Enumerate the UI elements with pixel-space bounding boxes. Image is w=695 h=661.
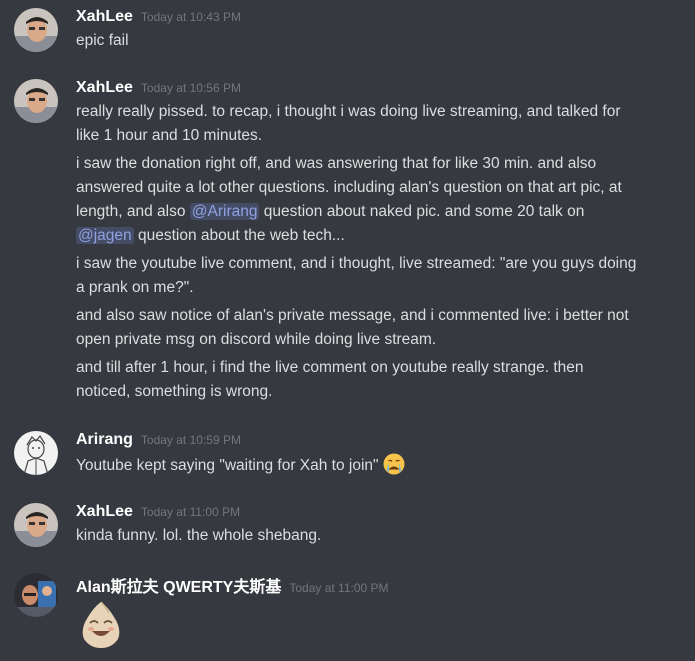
text-segment: Youtube kept saying "waiting for Xah to …	[76, 457, 379, 474]
message-text-with-mention: @jagen question about the web tech...	[76, 224, 676, 248]
message-text: noticed, something is wrong.	[76, 383, 273, 400]
avatar-xahlee[interactable]	[14, 79, 58, 123]
chat-messages: XahLee Today at 10:43 PM epic fail XahLee…	[0, 0, 695, 661]
text-segment: length, and also	[76, 203, 186, 220]
message-text: i saw the youtube live comment, and i th…	[76, 255, 637, 272]
message-text: kinda funny. lol. the whole shebang.	[76, 527, 322, 544]
message-text: answered quite a lot other questions. in…	[76, 179, 622, 196]
message-header: Alan斯拉夫 QWERTY夫斯基 Today at 11:00 PM	[76, 573, 389, 597]
message-header: Arirang Today at 10:59 PM	[76, 431, 241, 449]
author-name[interactable]: XahLee	[76, 8, 133, 25]
mention-jagen[interactable]: @jagen	[76, 227, 134, 244]
message-text-with-emoji: Youtube kept saying "waiting for Xah to …	[76, 452, 676, 478]
message-text: epic fail	[76, 32, 129, 49]
author-name[interactable]: Arirang	[76, 431, 133, 448]
laughing-face-sticker-icon[interactable]	[78, 599, 124, 649]
avatar-alan[interactable]	[14, 573, 58, 617]
avatar-arirang[interactable]	[14, 431, 58, 475]
text-segment: question about the web tech...	[137, 227, 345, 244]
message-text: i saw the donation right off, and was an…	[76, 155, 597, 172]
avatar-xahlee[interactable]	[14, 503, 58, 547]
author-name[interactable]: Alan斯拉夫 QWERTY夫斯基	[76, 579, 281, 596]
timestamp[interactable]: Today at 11:00 PM	[141, 505, 240, 519]
timestamp[interactable]: Today at 10:43 PM	[141, 10, 241, 24]
message-text: and also saw notice of alan's private me…	[76, 307, 629, 324]
message-header: XahLee Today at 11:00 PM	[76, 503, 240, 521]
crying-face-icon[interactable]	[382, 452, 406, 476]
timestamp[interactable]: Today at 10:56 PM	[141, 81, 241, 95]
avatar-image	[14, 573, 58, 617]
mention-arirang[interactable]: @Arirang	[189, 203, 260, 220]
timestamp[interactable]: Today at 10:59 PM	[141, 433, 241, 447]
message-text-with-mention: length, and also @Arirang question about…	[76, 200, 676, 224]
message-text: a prank on me?".	[76, 279, 194, 296]
message-text: open private msg on discord while doing …	[76, 331, 437, 348]
avatar-image	[14, 8, 58, 52]
message-header: XahLee Today at 10:43 PM	[76, 8, 241, 26]
message-text: really really pissed. to recap, i though…	[76, 103, 621, 120]
message-header: XahLee Today at 10:56 PM	[76, 79, 241, 97]
avatar-image	[14, 503, 58, 547]
author-name[interactable]: XahLee	[76, 503, 133, 520]
author-name[interactable]: XahLee	[76, 79, 133, 96]
message-text: like 1 hour and 10 minutes.	[76, 127, 263, 144]
timestamp[interactable]: Today at 11:00 PM	[289, 581, 388, 595]
avatar-image	[14, 431, 58, 475]
avatar-xahlee[interactable]	[14, 8, 58, 52]
message-text: and till after 1 hour, i find the live c…	[76, 359, 584, 376]
text-segment: question about naked pic. and some 20 ta…	[263, 203, 585, 220]
avatar-image	[14, 79, 58, 123]
